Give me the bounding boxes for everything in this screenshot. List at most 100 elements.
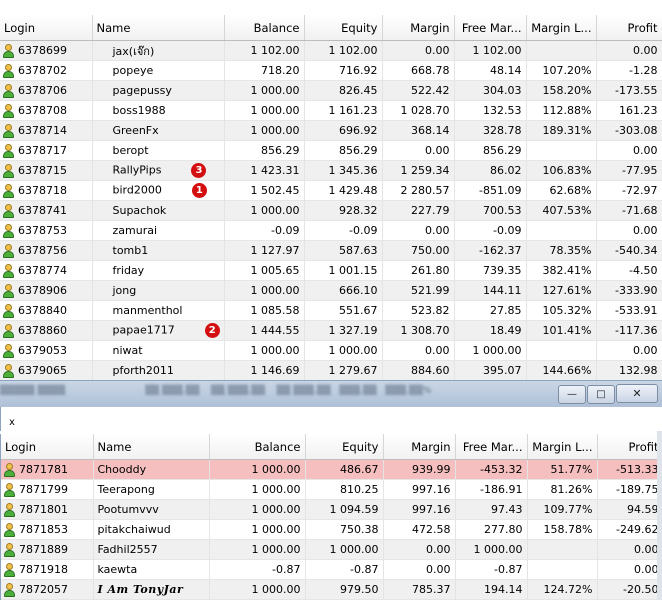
name-cell[interactable]: GreenFx bbox=[92, 120, 225, 141]
login-cell[interactable]: 6378717 bbox=[0, 140, 93, 161]
name-cell[interactable]: Fadhil2557 bbox=[93, 539, 210, 560]
login-cell[interactable]: 6378774 bbox=[0, 260, 93, 281]
accounts-table-bottom: Login Name Balance Equity Margin Free Ma… bbox=[1, 434, 662, 600]
table-row[interactable]: 6378753 zamurai -0.09 -0.09 0.00 -0.09 0.00 bbox=[0, 220, 662, 241]
name-cell[interactable]: Teerapong bbox=[93, 479, 210, 500]
login-cell[interactable]: 7871799 bbox=[1, 479, 94, 500]
name-cell[interactable]: Chooddy bbox=[93, 459, 210, 480]
table-row[interactable]: 6378714 GreenFx 1 000.00 696.92 368.14 328.78… bbox=[0, 120, 662, 141]
table-row[interactable]: 6378699 jax(เจ๊ก) 1 102.00 1 102.00 0.00 1 10… bbox=[0, 40, 662, 61]
name-cell[interactable]: popeye bbox=[92, 60, 225, 81]
name-cell[interactable]: kaewta bbox=[93, 559, 210, 580]
login-cell[interactable]: 6378699 bbox=[0, 40, 93, 61]
column-header-margin[interactable]: Margin bbox=[383, 434, 456, 460]
name-cell[interactable]: tomb1 bbox=[92, 240, 225, 261]
table-row[interactable]: 7871781 Chooddy 1 000.00 486.67 939.99 -453.3… bbox=[1, 459, 662, 480]
name-cell[interactable]: RallyPips 3 bbox=[92, 160, 225, 181]
login-cell[interactable]: 7871889 bbox=[1, 539, 94, 560]
column-header-login[interactable]: Login bbox=[1, 434, 94, 460]
login-cell[interactable]: 6378860 bbox=[0, 320, 93, 341]
table-row[interactable]: 6378702 popeye 718.20 716.92 668.78 48.14 107.… bbox=[0, 60, 662, 81]
login-cell[interactable]: 6378718 bbox=[0, 180, 93, 201]
name-cell[interactable]: jong bbox=[92, 280, 225, 301]
margin-cell: 521.99 bbox=[382, 280, 455, 301]
window-title-bar[interactable]: ▒▒▒▒▒ ▒▒▒▒ ▒▒ ▒▒▒.▒▒ ▒▒ ▒▒▒.▒▒ ▒▒ ▒▒▒.▒▒… bbox=[0, 380, 662, 408]
name-cell[interactable]: bird2000 1 bbox=[92, 180, 225, 201]
table-row[interactable]: 6378756 tomb1 1 127.97 587.63 750.00 -162.37 7… bbox=[0, 240, 662, 261]
name-cell[interactable]: boss1988 bbox=[92, 100, 225, 121]
name-cell[interactable]: zamurai bbox=[92, 220, 225, 241]
login-cell[interactable]: 6378706 bbox=[0, 80, 93, 101]
name-cell[interactable]: Supachok bbox=[92, 200, 225, 221]
column-header-margin-level[interactable]: Margin L... bbox=[527, 434, 598, 460]
table-row[interactable]: 6378706 pagepussy 1 000.00 826.45 522.42 304.… bbox=[0, 80, 662, 101]
balance-cell: 1 000.00 bbox=[209, 479, 306, 500]
name-cell[interactable]: niwat bbox=[92, 340, 225, 361]
table-row[interactable]: 6378906 jong 1 000.00 666.10 521.99 144.11 127… bbox=[0, 280, 662, 301]
table-row[interactable]: 6378860 papae1717 2 1 444.55 1 327.19 1 308.7… bbox=[0, 320, 662, 341]
table-row[interactable]: 7871853 pitakchaiwud 1 000.00 750.38 472.58 2… bbox=[1, 519, 662, 540]
login-cell[interactable]: 6378756 bbox=[0, 240, 93, 261]
login-cell[interactable]: 6378708 bbox=[0, 100, 93, 121]
table-row[interactable]: 7872057 I Am TonyJar 1 000.00 979.50 785.37 1… bbox=[1, 579, 662, 600]
name-cell[interactable]: jax(เจ๊ก) bbox=[92, 40, 225, 61]
login-cell[interactable]: 6378840 bbox=[0, 300, 93, 321]
column-header-margin[interactable]: Margin bbox=[382, 15, 455, 41]
scrollbar[interactable] bbox=[657, 431, 662, 600]
profit-cell: -189.75 bbox=[597, 479, 662, 500]
login-cell[interactable]: 6378753 bbox=[0, 220, 93, 241]
login-cell[interactable]: 6379065 bbox=[0, 360, 93, 381]
login-cell[interactable]: 6379053 bbox=[0, 340, 93, 361]
table-row[interactable]: 6378840 manmenthol 1 085.58 551.67 523.82 27.… bbox=[0, 300, 662, 321]
login-cell[interactable]: 7871853 bbox=[1, 519, 94, 540]
login-cell[interactable]: 6378715 bbox=[0, 160, 93, 181]
name-value: manmenthol bbox=[112, 304, 183, 317]
login-cell[interactable]: 7872057 bbox=[1, 579, 94, 600]
name-cell[interactable]: Pootumvvv bbox=[93, 499, 210, 520]
table-row[interactable]: 7871799 Teerapong 1 000.00 810.25 997.16 -186… bbox=[1, 479, 662, 500]
login-cell[interactable]: 7871918 bbox=[1, 559, 94, 580]
table-row[interactable]: 6378741 Supachok 1 000.00 928.32 227.79 700.5… bbox=[0, 200, 662, 221]
close-panel-icon[interactable]: x bbox=[9, 417, 15, 428]
close-window-button[interactable]: ✕ bbox=[616, 384, 658, 403]
column-header-balance[interactable]: Balance bbox=[209, 434, 306, 460]
name-cell[interactable]: pagepussy bbox=[92, 80, 225, 101]
column-header-free-margin[interactable]: Free Mar... bbox=[455, 434, 528, 460]
table-row[interactable]: 7871801 Pootumvvv 1 000.00 1 094.59 997.16 97… bbox=[1, 499, 662, 520]
login-cell[interactable]: 7871781 bbox=[1, 459, 94, 480]
table-row[interactable]: 6379053 niwat 1 000.00 1 000.00 0.00 1 000.00… bbox=[0, 340, 662, 361]
name-cell[interactable]: friday bbox=[92, 260, 225, 281]
column-header-equity[interactable]: Equity bbox=[304, 15, 383, 41]
name-cell[interactable]: beropt bbox=[92, 140, 225, 161]
column-header-equity[interactable]: Equity bbox=[305, 434, 384, 460]
login-cell[interactable]: 6378906 bbox=[0, 280, 93, 301]
column-header-free-margin[interactable]: Free Mar... bbox=[454, 15, 527, 41]
login-cell[interactable]: 7871801 bbox=[1, 499, 94, 520]
table-row[interactable]: 6378717 beropt 856.29 856.29 0.00 856.29 0.00 bbox=[0, 140, 662, 161]
equity-cell: 810.25 bbox=[305, 479, 384, 500]
table-row[interactable]: 6378708 boss1988 1 000.00 1 161.23 1 028.70 1… bbox=[0, 100, 662, 121]
column-header-name[interactable]: Name bbox=[93, 434, 210, 460]
column-header-name[interactable]: Name bbox=[92, 15, 225, 41]
login-cell[interactable]: 6378714 bbox=[0, 120, 93, 141]
login-cell[interactable]: 6378741 bbox=[0, 200, 93, 221]
table-row[interactable]: 6379065 pforth2011 1 146.69 1 279.67 884.60 3… bbox=[0, 360, 662, 381]
name-cell[interactable]: I Am TonyJar bbox=[93, 579, 210, 600]
maximize-button[interactable]: □ bbox=[587, 385, 615, 404]
name-cell[interactable]: papae1717 2 bbox=[92, 320, 225, 341]
column-header-profit[interactable]: Profit bbox=[596, 15, 662, 41]
table-row[interactable]: 7871918 kaewta -0.87 -0.87 0.00 -0.87 0.00 bbox=[1, 559, 662, 580]
name-cell[interactable]: manmenthol bbox=[92, 300, 225, 321]
table-row[interactable]: 6378718 bird2000 1 1 502.45 1 429.48 2 280.57… bbox=[0, 180, 662, 201]
name-cell[interactable]: pitakchaiwud bbox=[93, 519, 210, 540]
name-cell[interactable]: pforth2011 bbox=[92, 360, 225, 381]
table-row[interactable]: 6378715 RallyPips 3 1 423.31 1 345.36 1 259.3… bbox=[0, 160, 662, 181]
login-cell[interactable]: 6378702 bbox=[0, 60, 93, 81]
column-header-margin-level[interactable]: Margin L... bbox=[526, 15, 597, 41]
column-header-profit[interactable]: Profit bbox=[597, 434, 662, 460]
table-row[interactable]: 7871889 Fadhil2557 1 000.00 1 000.00 0.00 1 0… bbox=[1, 539, 662, 560]
column-header-balance[interactable]: Balance bbox=[224, 15, 305, 41]
column-header-login[interactable]: Login bbox=[0, 15, 93, 41]
minimize-button[interactable]: — bbox=[558, 385, 586, 404]
table-row[interactable]: 6378774 friday 1 005.65 1 001.15 261.80 739.3… bbox=[0, 260, 662, 281]
